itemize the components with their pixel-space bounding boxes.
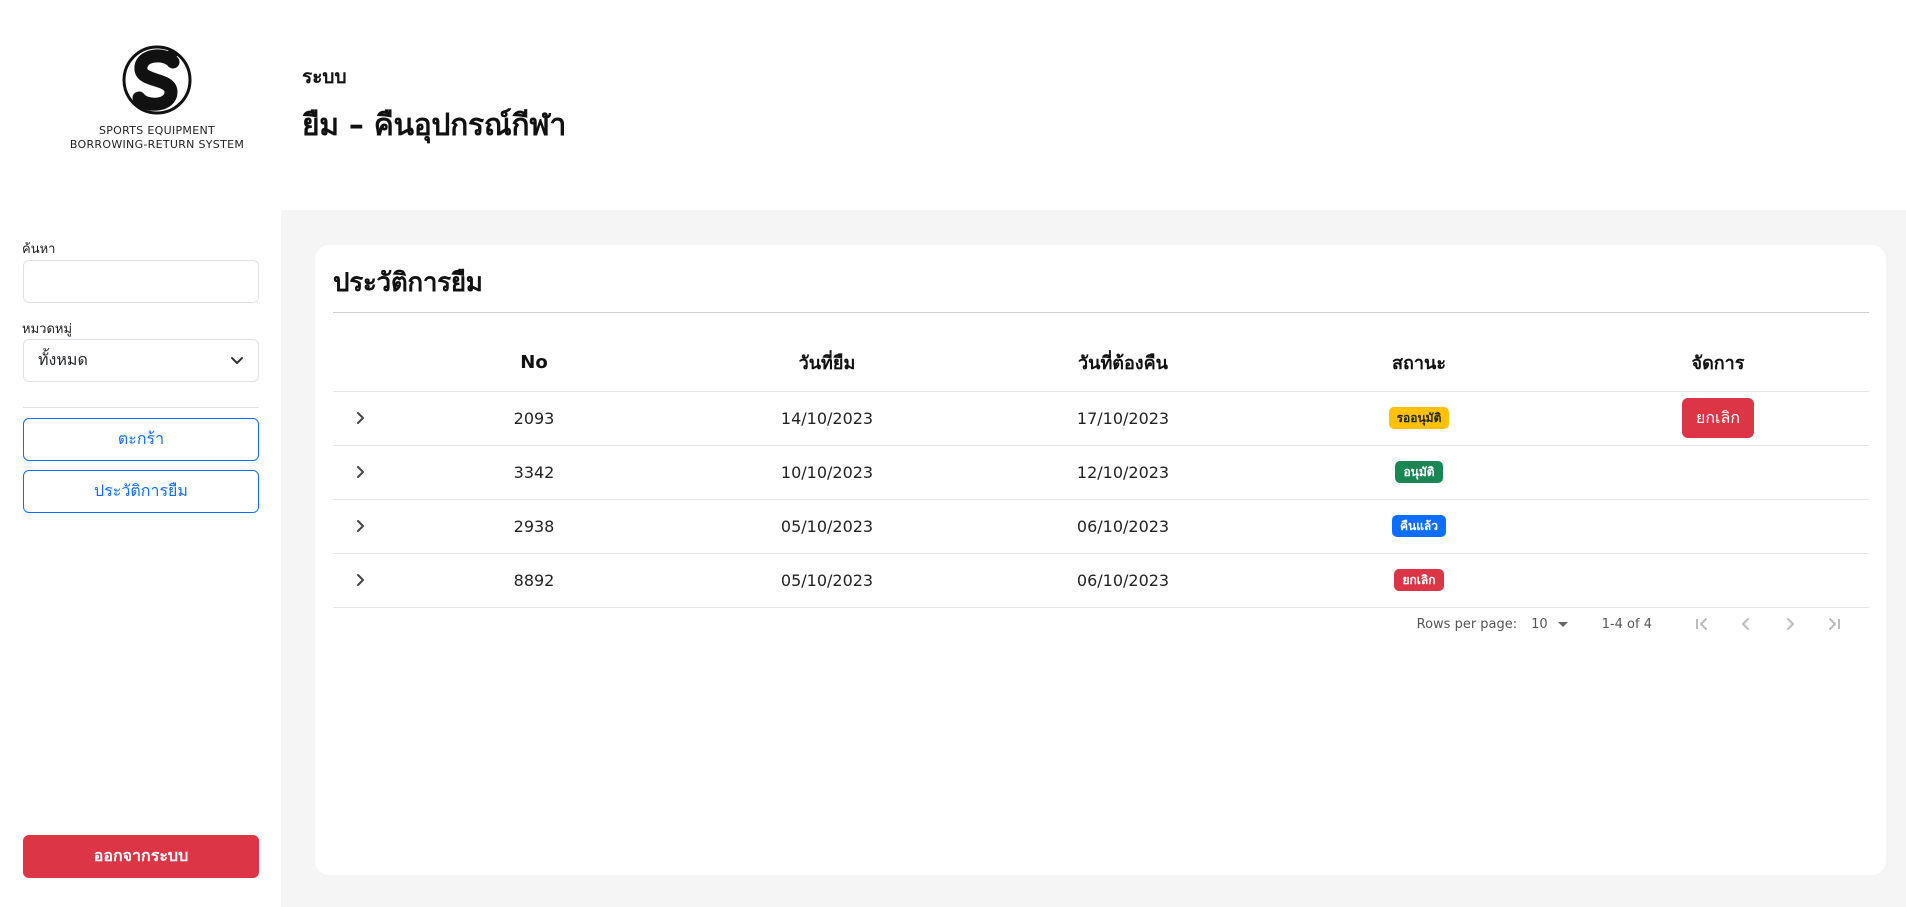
card-divider (333, 312, 1869, 313)
cell-status: รออนุมัติ (1271, 391, 1567, 446)
sidebar-divider (23, 407, 259, 408)
cell-due-date: 12/10/2023 (975, 445, 1271, 500)
status-badge: คืนแล้ว (1391, 515, 1447, 537)
cell-no: 2938 (389, 499, 679, 554)
chevron-right-icon[interactable] (349, 568, 373, 592)
chevron-right-icon[interactable] (1768, 611, 1812, 637)
cell-manage: ยกเลิก (1567, 391, 1869, 446)
first-page-icon[interactable] (1680, 611, 1724, 637)
cell-due-date: 06/10/2023 (975, 499, 1271, 554)
status-badge: ยกเลิก (1394, 569, 1444, 591)
category-label: หมวดหมู่ (22, 322, 73, 337)
logout-button[interactable]: ออกจากระบบ (23, 835, 259, 878)
logo-caption-line1: SPORTS EQUIPMENT (98, 124, 216, 137)
chevron-down-icon (231, 356, 243, 364)
sidebar: ค้นหา หมวดหมู่ ทั้งหมด ตะกร้า ประวัติการ… (0, 210, 281, 907)
row-expand-cell (333, 553, 389, 608)
cell-due-date: 06/10/2023 (975, 553, 1271, 608)
pagination-range: 1-4 of 4 (1601, 616, 1652, 632)
table-header-row: No วันที่ยืม วันที่ต้องคืน สถานะ จัดการ (333, 335, 1869, 392)
chevron-left-icon[interactable] (1724, 611, 1768, 637)
card-title: ประวัติการยืม (333, 268, 483, 298)
history-table: No วันที่ยืม วันที่ต้องคืน สถานะ จัดการ … (333, 335, 1869, 608)
row-expand-cell (333, 499, 389, 554)
cell-status: ยกเลิก (1271, 553, 1567, 608)
category-select[interactable]: ทั้งหมด (23, 339, 259, 382)
status-badge: อนุมัติ (1395, 461, 1443, 483)
system-label: ระบบ (302, 66, 347, 88)
status-badge: รออนุมัติ (1388, 407, 1450, 429)
cell-status: คืนแล้ว (1271, 499, 1567, 554)
cell-borrow-date: 05/10/2023 (679, 553, 975, 608)
header-status: สถานะ (1271, 335, 1567, 392)
cell-no: 8892 (389, 553, 679, 608)
header-borrow-date: วันที่ยืม (679, 335, 975, 392)
chevron-right-icon[interactable] (349, 406, 373, 430)
row-expand-cell (333, 391, 389, 446)
last-page-icon[interactable] (1812, 611, 1856, 637)
borrow-history-button[interactable]: ประวัติการยืม (23, 470, 259, 513)
app-logo: SPORTS EQUIPMENT BORROWING-RETURN SYSTEM (52, 42, 262, 172)
cart-button[interactable]: ตะกร้า (23, 418, 259, 461)
cell-manage (1567, 445, 1869, 500)
cell-no: 3342 (389, 445, 679, 500)
cell-manage (1567, 553, 1869, 608)
chevron-right-icon[interactable] (349, 514, 373, 538)
system-heading: ระบบ ยืม – คืนอุปกรณ์กีฬา (302, 62, 566, 149)
table-pagination: Rows per page: 10 1-4 of 4 (1417, 611, 1856, 637)
cell-no: 2093 (389, 391, 679, 446)
caret-down-icon (1557, 621, 1568, 627)
cell-due-date: 17/10/2023 (975, 391, 1271, 446)
search-input[interactable] (23, 260, 259, 303)
header-manage: จัดการ (1567, 335, 1869, 392)
cancel-button[interactable]: ยกเลิก (1681, 398, 1755, 438)
s-brush-logo-icon (122, 45, 192, 115)
cell-borrow-date: 05/10/2023 (679, 499, 975, 554)
header-due-date: วันที่ต้องคืน (975, 335, 1271, 392)
rows-per-page-select[interactable]: 10 (1531, 617, 1568, 632)
rows-per-page-value: 10 (1531, 616, 1548, 632)
table-row: 2093 14/10/2023 17/10/2023 รออนุมัติ ยกเ… (333, 391, 1869, 446)
row-expand-cell (333, 445, 389, 500)
search-label: ค้นหา (22, 242, 56, 257)
rows-per-page-label: Rows per page: (1416, 616, 1518, 632)
header-expand (333, 335, 389, 392)
history-card: ประวัติการยืม No วันที่ยืม วันที่ต้องคืน… (315, 245, 1886, 875)
chevron-right-icon[interactable] (349, 460, 373, 484)
table-row: 2938 05/10/2023 06/10/2023 คืนแล้ว (333, 499, 1869, 554)
page-title: ยืม – คืนอุปกรณ์กีฬา (302, 108, 567, 143)
cell-borrow-date: 10/10/2023 (679, 445, 975, 500)
category-selected-value: ทั้งหมด (38, 350, 88, 369)
cell-manage (1567, 499, 1869, 554)
cell-borrow-date: 14/10/2023 (679, 391, 975, 446)
cell-status: อนุมัติ (1271, 445, 1567, 500)
table-row: 3342 10/10/2023 12/10/2023 อนุมัติ (333, 445, 1869, 500)
header-no: No (389, 335, 679, 392)
table-row: 8892 05/10/2023 06/10/2023 ยกเลิก (333, 553, 1869, 608)
logo-caption-line2: BORROWING-RETURN SYSTEM (69, 138, 245, 151)
